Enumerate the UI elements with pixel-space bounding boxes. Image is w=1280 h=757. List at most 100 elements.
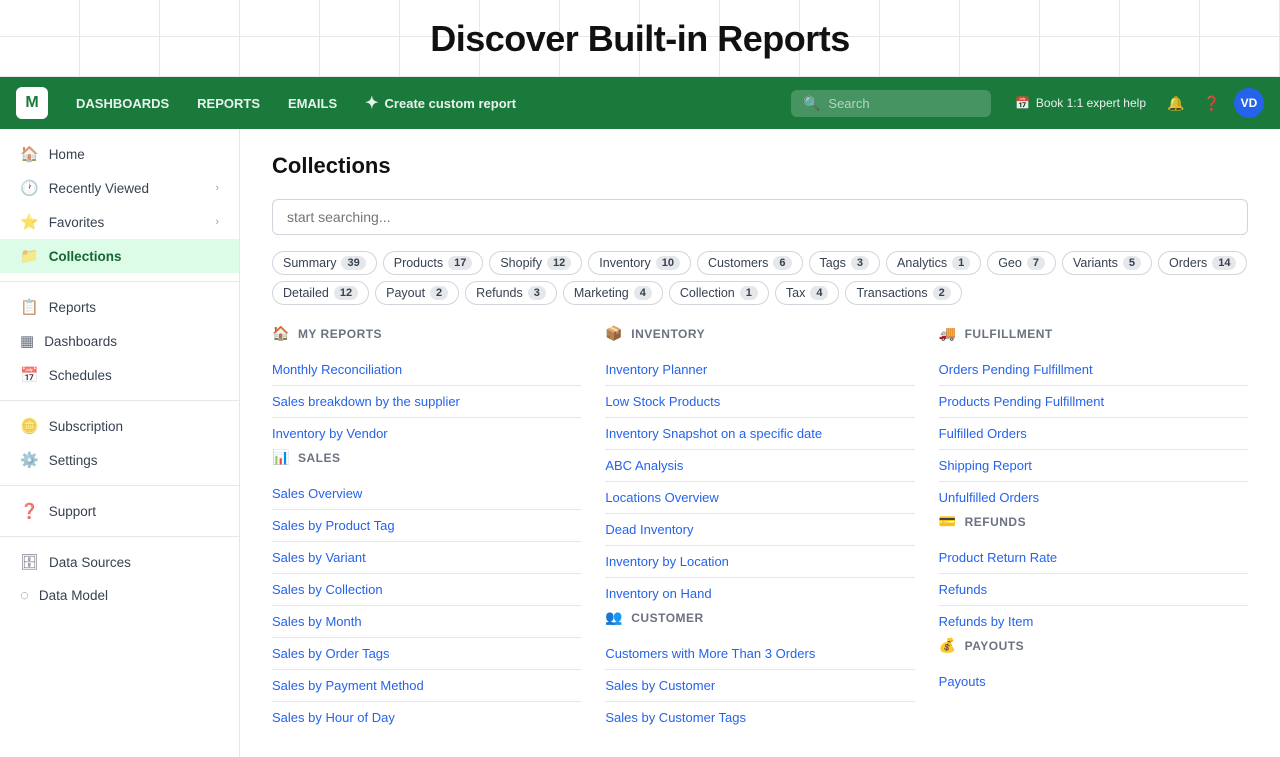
filter-tab-geo[interactable]: Geo 7 [987,251,1056,275]
report-link-sales-by-customer[interactable]: Sales by Customer [605,670,914,702]
report-link-sales-by-hour-of-day[interactable]: Sales by Hour of Day [272,702,581,733]
report-link-inventory-by-location[interactable]: Inventory by Location [605,546,914,578]
sidebar-item-subscription[interactable]: 🪙 Subscription [0,409,239,443]
nav-search[interactable]: 🔍 [791,90,991,117]
sidebar-item-settings[interactable]: ⚙️ Settings [0,443,239,477]
filter-tab-count: 10 [656,256,680,270]
report-column-1: 🏠 MY REPORTS Monthly ReconciliationSales… [272,325,581,733]
nav-create-report[interactable]: ✦ Create custom report [353,87,528,119]
section-header-fulfillment: 🚚 FULFILLMENT [939,325,1248,342]
filter-tab-transactions[interactable]: Transactions 2 [845,281,961,305]
report-link-sales-overview[interactable]: Sales Overview [272,478,581,510]
filter-tab-label: Geo [998,256,1022,270]
sidebar-divider [0,536,239,537]
report-link-sales-by-variant[interactable]: Sales by Variant [272,542,581,574]
report-link-low-stock-products[interactable]: Low Stock Products [605,386,914,418]
sidebar-label-home: Home [49,147,219,162]
filter-tab-shopify[interactable]: Shopify 12 [489,251,582,275]
report-link-unfulfilled-orders[interactable]: Unfulfilled Orders [939,482,1248,513]
recently-viewed-icon: 🕐 [20,179,39,197]
report-link-sales-by-collection[interactable]: Sales by Collection [272,574,581,606]
help-button[interactable]: ❓ [1198,89,1226,117]
filter-tab-tags[interactable]: Tags 3 [809,251,881,275]
sidebar-item-home[interactable]: 🏠 Home [0,137,239,171]
report-link-inventory-on-hand[interactable]: Inventory on Hand [605,578,914,609]
filter-tab-analytics[interactable]: Analytics 1 [886,251,981,275]
filter-tab-summary[interactable]: Summary 39 [272,251,377,275]
report-link-sales-breakdown-by-the-supplier[interactable]: Sales breakdown by the supplier [272,386,581,418]
subscription-icon: 🪙 [20,417,39,435]
filter-tab-count: 1 [740,286,758,300]
report-link-product-return-rate[interactable]: Product Return Rate [939,542,1248,574]
filter-tab-label: Detailed [283,286,329,300]
report-link-locations-overview[interactable]: Locations Overview [605,482,914,514]
data-sources-icon: 🗄 [20,553,39,571]
report-link-sales-by-product-tag[interactable]: Sales by Product Tag [272,510,581,542]
schedules-icon: 📅 [20,366,39,384]
filter-tab-marketing[interactable]: Marketing 4 [563,281,663,305]
sidebar-item-schedules[interactable]: 📅 Schedules [0,358,239,392]
book-help-button[interactable]: 📅 Book 1:1 expert help [1007,92,1154,114]
filter-tab-customers[interactable]: Customers 6 [697,251,803,275]
sidebar-divider [0,281,239,282]
filter-tab-refunds[interactable]: Refunds 3 [465,281,557,305]
report-column-3: 🚚 FULFILLMENT Orders Pending Fulfillment… [939,325,1248,733]
report-link-fulfilled-orders[interactable]: Fulfilled Orders [939,418,1248,450]
report-link-products-pending-fulfillment[interactable]: Products Pending Fulfillment [939,386,1248,418]
sidebar-item-collections[interactable]: 📁 Collections [0,239,239,273]
top-banner: Discover Built-in Reports [0,0,1280,77]
report-link-refunds-by-item[interactable]: Refunds by Item [939,606,1248,637]
report-link-sales-by-month[interactable]: Sales by Month [272,606,581,638]
filter-tab-label: Payout [386,286,425,300]
report-link-monthly-reconciliation[interactable]: Monthly Reconciliation [272,354,581,386]
nav-logo[interactable]: M [16,87,48,119]
sidebar-label-settings: Settings [49,453,219,468]
report-link-shipping-report[interactable]: Shipping Report [939,450,1248,482]
report-link-orders-pending-fulfillment[interactable]: Orders Pending Fulfillment [939,354,1248,386]
report-link-payouts[interactable]: Payouts [939,666,1248,697]
chevron-icon-recently-viewed: › [215,182,219,194]
report-link-sales-by-customer-tags[interactable]: Sales by Customer Tags [605,702,914,733]
sidebar-item-data-model[interactable]: ◌ Data Model [0,579,239,612]
sidebar-item-favorites[interactable]: ⭐ Favorites › [0,205,239,239]
sidebar-item-dashboards[interactable]: ▦ Dashboards [0,324,239,358]
section-icon-refunds: 💳 [939,513,957,530]
filter-tab-variants[interactable]: Variants 5 [1062,251,1152,275]
sidebar-item-recently-viewed[interactable]: 🕐 Recently Viewed › [0,171,239,205]
sidebar-divider [0,400,239,401]
filter-tab-label: Analytics [897,256,947,270]
search-input[interactable] [828,96,979,111]
filter-tab-payout[interactable]: Payout 2 [375,281,459,305]
notifications-button[interactable]: 🔔 [1162,89,1190,117]
filter-tab-tax[interactable]: Tax 4 [775,281,840,305]
star-icon: ✦ [365,93,378,113]
filter-tab-products[interactable]: Products 17 [383,251,484,275]
filter-tab-detailed[interactable]: Detailed 12 [272,281,369,305]
filter-tab-count: 6 [773,256,791,270]
filter-tab-label: Tags [820,256,846,270]
sidebar-item-reports[interactable]: 📋 Reports [0,290,239,324]
report-link-inventory-planner[interactable]: Inventory Planner [605,354,914,386]
nav-emails[interactable]: EMAILS [276,90,349,117]
report-link-abc-analysis[interactable]: ABC Analysis [605,450,914,482]
report-link-dead-inventory[interactable]: Dead Inventory [605,514,914,546]
sidebar-item-support[interactable]: ❓ Support [0,494,239,528]
collections-search-input[interactable] [272,199,1248,235]
nav-dashboards[interactable]: DASHBOARDS [64,90,181,117]
report-link-sales-by-order-tags[interactable]: Sales by Order Tags [272,638,581,670]
support-icon: ❓ [20,502,39,520]
user-avatar[interactable]: VD [1234,88,1264,118]
calendar-icon: 📅 [1015,96,1030,110]
filter-tab-count: 12 [547,256,571,270]
sidebar-item-data-sources[interactable]: 🗄 Data Sources [0,545,239,579]
filter-tab-collection[interactable]: Collection 1 [669,281,769,305]
report-link-refunds[interactable]: Refunds [939,574,1248,606]
report-link-customers-with-more-than-3-orders[interactable]: Customers with More Than 3 Orders [605,638,914,670]
filter-tab-orders[interactable]: Orders 14 [1158,251,1247,275]
filter-tab-inventory[interactable]: Inventory 10 [588,251,691,275]
report-link-inventory-snapshot-on-a-specific-date[interactable]: Inventory Snapshot on a specific date [605,418,914,450]
filter-tab-label: Shopify [500,256,542,270]
report-link-sales-by-payment-method[interactable]: Sales by Payment Method [272,670,581,702]
report-link-inventory-by-vendor[interactable]: Inventory by Vendor [272,418,581,449]
nav-reports[interactable]: REPORTS [185,90,272,117]
